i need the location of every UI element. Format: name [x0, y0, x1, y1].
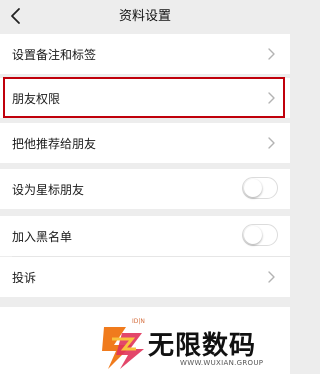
toggle-knob: [244, 179, 262, 197]
star-friend-row: 设为星标朋友: [0, 169, 290, 209]
friend-permissions-label: 朋友权限: [12, 91, 61, 106]
complain-label: 投诉: [12, 270, 37, 285]
blacklist-label: 加入黑名单: [12, 229, 73, 244]
top-bar: 资料设置: [0, 0, 290, 33]
chevron-right-icon: [268, 271, 275, 283]
watermark-logo: ID|N 无限数码 WWW.WUXIAN.GROUP: [100, 315, 290, 374]
friend-permissions-row[interactable]: 朋友权限: [0, 78, 290, 118]
chevron-right-icon: [268, 137, 275, 149]
toggle-knob: [244, 226, 262, 244]
complain-row[interactable]: 投诉: [0, 257, 290, 297]
chevron-right-icon: [268, 92, 275, 104]
remark-and-tags-label: 设置备注和标签: [12, 47, 97, 62]
watermark-site: WWW.WUXIAN.GROUP: [180, 359, 264, 367]
chevron-right-icon: [268, 48, 275, 60]
recommend-to-friend-row[interactable]: 把他推荐给朋友: [0, 123, 290, 163]
brand-logo-icon: [102, 327, 144, 369]
star-friend-label: 设为星标朋友: [12, 182, 85, 197]
remark-and-tags-row[interactable]: 设置备注和标签: [0, 34, 290, 74]
recommend-to-friend-label: 把他推荐给朋友: [12, 136, 97, 151]
page-title: 资料设置: [118, 9, 171, 24]
blacklist-row: 加入黑名单: [0, 216, 290, 256]
star-friend-toggle[interactable]: [242, 177, 278, 199]
blacklist-toggle[interactable]: [242, 224, 278, 246]
watermark-small-text: ID|N: [132, 318, 145, 325]
watermark-brand: 无限数码: [148, 331, 257, 361]
